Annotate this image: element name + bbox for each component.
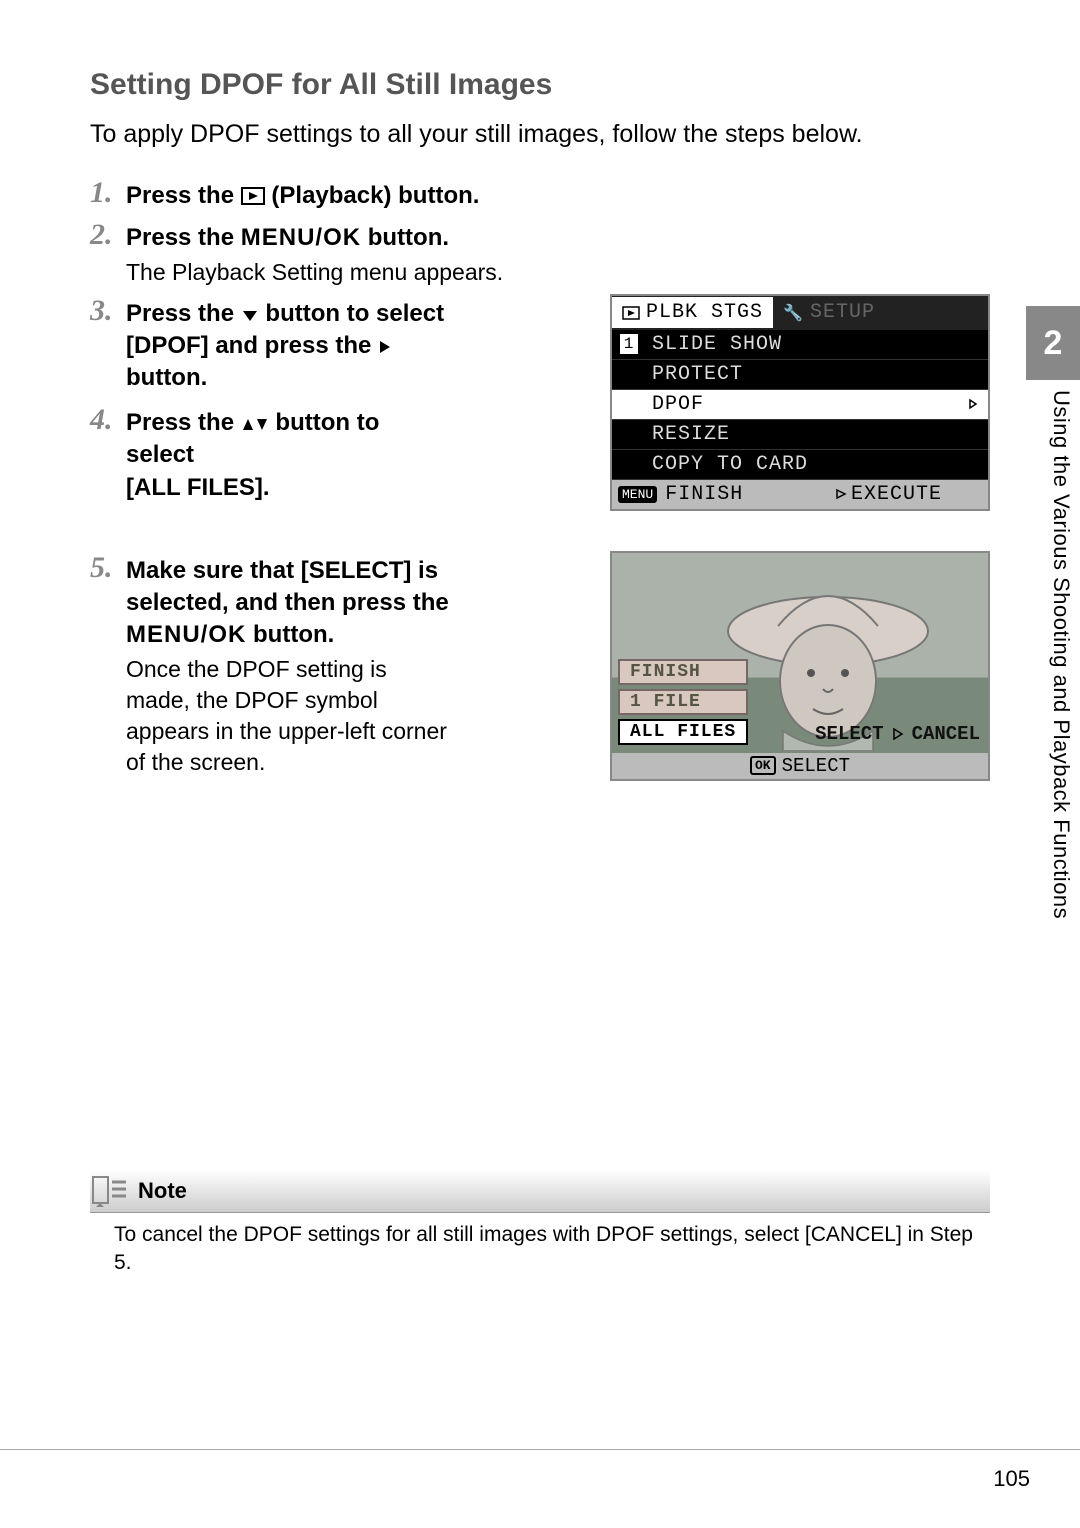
step-list: 1. Press the (Playback) button. 2. Press… <box>90 176 990 781</box>
menu-ok-label: MENU/OK <box>126 621 246 648</box>
text: button to select <box>265 300 444 327</box>
step-desc: Once the DPOF setting is made, the DPOF … <box>126 654 450 778</box>
section-heading: Setting DPOF for All Still Images <box>90 68 990 102</box>
right-triangle-icon <box>892 727 904 741</box>
text: [DPOF] and press the <box>126 332 378 359</box>
step-title: Press the MENU/OK button. <box>126 222 990 254</box>
step-2: 2. Press the MENU/OK button. The Playbac… <box>90 218 990 287</box>
dpof-options-right: SELECT CANCEL <box>815 723 980 745</box>
text: button. <box>126 364 207 391</box>
menu-badge: MENU <box>618 486 657 503</box>
step-number: 1. <box>90 176 126 209</box>
playback-icon <box>622 306 640 320</box>
camera-menu-item: COPY TO CARD <box>612 450 988 480</box>
step-number: 2. <box>90 218 126 251</box>
up-down-triangle-icon <box>241 416 269 432</box>
step-desc: The Playback Setting menu appears. <box>126 257 990 288</box>
camera-menu-item: DPOF <box>612 390 988 420</box>
tab-plbk-stgs: PLBK STGS <box>612 297 773 328</box>
text: button. <box>361 224 449 251</box>
camera-menu-item: 1SLIDE SHOW <box>612 330 988 360</box>
down-triangle-icon <box>241 309 259 323</box>
footer-divider <box>0 1449 1080 1450</box>
step-5-row: 5. Make sure that [SELECT] is selected, … <box>90 551 990 781</box>
select-label: SELECT <box>815 723 883 745</box>
text: selected, and then press the <box>126 589 449 616</box>
note-section: Note To cancel the DPOF settings for all… <box>90 1170 990 1278</box>
camera-menu-screenshot: PLBK STGS 🔧 SETUP 1SLIDE SHOWPROTECTDPOF… <box>610 294 990 511</box>
note-header: Note <box>90 1170 990 1213</box>
camera-status-bar: MENU FINISH EXECUTE <box>612 480 988 509</box>
step-number: 3. <box>90 294 126 395</box>
text: button. <box>246 621 334 648</box>
page-badge: 1 <box>620 334 638 354</box>
camera-menu-item: RESIZE <box>612 420 988 450</box>
dpof-bottom-bar: OK SELECT <box>612 753 988 779</box>
text: [ALL FILES]. <box>126 474 270 501</box>
manual-page: Setting DPOF for All Still Images To app… <box>0 0 1080 1528</box>
step-title: Press the button to select [DPOF] and pr… <box>126 298 450 395</box>
playback-icon <box>241 187 265 205</box>
camera-tabs: PLBK STGS 🔧 SETUP <box>612 296 988 330</box>
step-number: 5. <box>90 551 126 778</box>
text: Press the <box>126 182 241 209</box>
step-title: Press the (Playback) button. <box>126 180 990 212</box>
finish-label: FINISH <box>665 483 743 506</box>
intro-text: To apply DPOF settings to all your still… <box>90 118 990 152</box>
chapter-tab: 2 <box>1026 306 1080 380</box>
note-label: Note <box>138 1178 187 1204</box>
camera-dpof-screenshot: FINISH 1 FILE ALL FILES SELECT CANCEL OK S… <box>610 551 990 781</box>
note-icon <box>90 1174 130 1208</box>
chapter-label: Using the Various Shooting and Playback … <box>1048 390 1074 919</box>
step-1: 1. Press the (Playback) button. <box>90 176 990 212</box>
dpof-option: FINISH <box>618 659 748 685</box>
note-body: To cancel the DPOF settings for all stil… <box>90 1213 990 1278</box>
text: (Playback) button. <box>271 182 479 209</box>
tab-setup: 🔧 SETUP <box>773 297 885 328</box>
camera-menu-item: PROTECT <box>612 360 988 390</box>
text: Press the <box>126 409 241 436</box>
right-arrow-icon <box>968 398 978 410</box>
wrench-icon: 🔧 <box>783 303 804 323</box>
dpof-options-left: FINISH 1 FILE ALL FILES <box>618 659 748 745</box>
tab-label: PLBK STGS <box>646 301 763 324</box>
execute-label: EXECUTE <box>835 483 942 506</box>
cancel-label: CANCEL <box>912 723 980 745</box>
step-title: Make sure that [SELECT] is selected, and… <box>126 555 450 652</box>
bottom-label: SELECT <box>782 755 850 777</box>
step-3-4-row: 3. Press the button to select [DPOF] and… <box>90 294 990 511</box>
dpof-option: 1 FILE <box>618 689 748 715</box>
step-title: Press the button to select [ALL FILES]. <box>126 407 450 504</box>
page-number: 105 <box>993 1466 1030 1492</box>
tab-label: SETUP <box>810 301 875 324</box>
ok-badge: OK <box>750 756 776 775</box>
right-triangle-icon <box>378 339 392 355</box>
text: Press the <box>126 224 241 251</box>
text: Press the <box>126 300 241 327</box>
text: Make sure that [SELECT] is <box>126 557 438 584</box>
camera-menu-list: 1SLIDE SHOWPROTECTDPOFRESIZECOPY TO CARD <box>612 330 988 480</box>
menu-ok-label: MENU/OK <box>241 224 361 251</box>
dpof-option: ALL FILES <box>618 719 748 745</box>
step-number: 4. <box>90 403 126 504</box>
